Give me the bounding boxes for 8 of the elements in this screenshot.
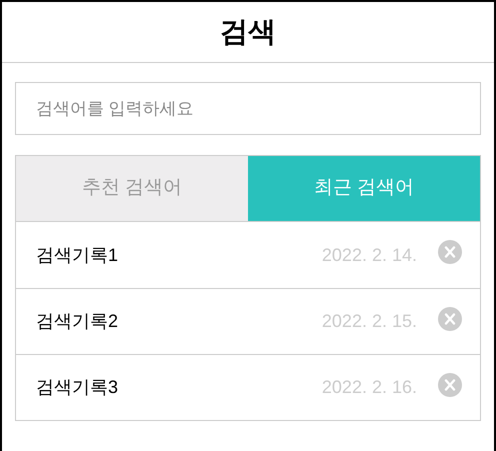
close-icon[interactable] <box>438 240 462 264</box>
close-icon[interactable] <box>438 372 462 396</box>
close-icon[interactable] <box>438 306 462 330</box>
search-field[interactable]: 검색어를 입력하세요 <box>15 82 481 135</box>
history-query[interactable]: 검색기록3 <box>36 374 322 401</box>
page-title: 검색 <box>220 15 276 49</box>
history-query[interactable]: 검색기록1 <box>36 242 322 268</box>
history-query[interactable]: 검색기록2 <box>36 308 322 335</box>
